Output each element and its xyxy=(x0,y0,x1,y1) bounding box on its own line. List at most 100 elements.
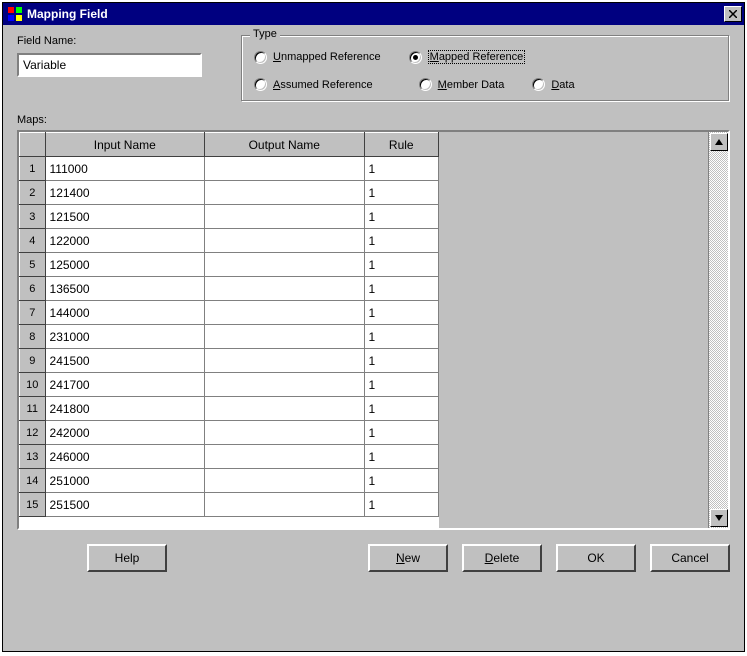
cell-output-name[interactable] xyxy=(205,301,365,325)
close-button[interactable] xyxy=(724,6,742,22)
radio-assumed-reference[interactable]: Assumed Reference xyxy=(254,78,373,91)
vertical-scrollbar[interactable] xyxy=(708,132,728,528)
table-row[interactable]: 15251500 1 xyxy=(20,493,439,517)
col-input-name[interactable]: Input Name xyxy=(45,133,205,157)
cell-output-name[interactable] xyxy=(205,373,365,397)
cell-output-name[interactable] xyxy=(205,205,365,229)
cell-output-name[interactable] xyxy=(205,469,365,493)
row-header[interactable]: 15 xyxy=(20,493,46,517)
table-row[interactable]: 6136500 1 xyxy=(20,277,439,301)
cell-input-name[interactable]: 251500 xyxy=(45,493,205,517)
cell-input-name[interactable]: 121400 xyxy=(45,181,205,205)
row-header[interactable]: 9 xyxy=(20,349,46,373)
col-output-name[interactable]: Output Name xyxy=(205,133,365,157)
cell-input-name[interactable]: 125000 xyxy=(45,253,205,277)
row-header[interactable]: 2 xyxy=(20,181,46,205)
table-row[interactable]: 7144000 1 xyxy=(20,301,439,325)
cell-input-name[interactable]: 122000 xyxy=(45,229,205,253)
table-row[interactable]: 11110001 xyxy=(20,157,439,181)
ok-button[interactable]: OK xyxy=(556,544,636,572)
scroll-up-button[interactable] xyxy=(710,133,728,151)
cell-rule[interactable]: 1 xyxy=(364,349,438,373)
help-button[interactable]: Help xyxy=(87,544,167,572)
cell-rule[interactable]: 1 xyxy=(364,253,438,277)
type-legend: Type xyxy=(250,28,280,40)
cell-input-name[interactable]: 121500 xyxy=(45,205,205,229)
cell-rule[interactable]: 1 xyxy=(364,445,438,469)
cell-input-name[interactable]: 231000 xyxy=(45,325,205,349)
cell-rule[interactable]: 1 xyxy=(364,397,438,421)
cell-input-name[interactable]: 246000 xyxy=(45,445,205,469)
table-row[interactable]: 14251000 1 xyxy=(20,469,439,493)
new-button[interactable]: New xyxy=(368,544,448,572)
col-rule[interactable]: Rule xyxy=(364,133,438,157)
cell-rule[interactable]: 1 xyxy=(364,205,438,229)
cell-rule[interactable]: 1 xyxy=(364,301,438,325)
cell-rule[interactable]: 1 xyxy=(364,181,438,205)
cell-rule[interactable]: 1 xyxy=(364,373,438,397)
close-icon xyxy=(729,10,737,18)
cell-output-name[interactable] xyxy=(205,277,365,301)
radio-mapped-reference[interactable]: Mapped Reference xyxy=(409,50,526,64)
table-row[interactable]: 8231000 1 xyxy=(20,325,439,349)
cell-input-name[interactable]: 241500 xyxy=(45,349,205,373)
row-header[interactable]: 4 xyxy=(20,229,46,253)
cell-rule[interactable]: 1 xyxy=(364,277,438,301)
field-name-input[interactable] xyxy=(17,53,202,77)
cell-input-name[interactable]: 242000 xyxy=(45,421,205,445)
cell-output-name[interactable] xyxy=(205,445,365,469)
cell-rule[interactable]: 1 xyxy=(364,325,438,349)
table-row[interactable]: 5125000 1 xyxy=(20,253,439,277)
row-header[interactable]: 8 xyxy=(20,325,46,349)
row-header[interactable]: 5 xyxy=(20,253,46,277)
cell-rule[interactable]: 1 xyxy=(364,229,438,253)
cell-rule[interactable]: 1 xyxy=(364,421,438,445)
cell-input-name[interactable]: 241800 xyxy=(45,397,205,421)
table-row[interactable]: 11241800 1 xyxy=(20,397,439,421)
row-header[interactable]: 1 xyxy=(20,157,46,181)
row-header[interactable]: 14 xyxy=(20,469,46,493)
cell-input-name[interactable]: 136500 xyxy=(45,277,205,301)
table-row[interactable]: 3121500 1 xyxy=(20,205,439,229)
row-header[interactable]: 3 xyxy=(20,205,46,229)
row-header[interactable]: 10 xyxy=(20,373,46,397)
cell-output-name[interactable] xyxy=(205,493,365,517)
table-row[interactable]: 10241700 1 xyxy=(20,373,439,397)
maps-label: Maps: xyxy=(17,114,730,126)
scroll-down-button[interactable] xyxy=(710,509,728,527)
cancel-button[interactable]: Cancel xyxy=(650,544,730,572)
radio-member-data[interactable]: Member Data xyxy=(419,78,505,91)
row-header[interactable]: 12 xyxy=(20,421,46,445)
row-header[interactable]: 7 xyxy=(20,301,46,325)
table-row[interactable]: 13246000 1 xyxy=(20,445,439,469)
cell-output-name[interactable] xyxy=(205,181,365,205)
table-row[interactable]: 12242000 1 xyxy=(20,421,439,445)
cell-output-name[interactable] xyxy=(205,421,365,445)
cell-input-name[interactable]: 144000 xyxy=(45,301,205,325)
cell-rule[interactable]: 1 xyxy=(364,493,438,517)
cell-rule[interactable]: 1 xyxy=(364,157,438,181)
radio-unmapped-reference[interactable]: Unmapped Reference xyxy=(254,51,381,64)
cell-input-name[interactable]: 251000 xyxy=(45,469,205,493)
app-icon xyxy=(7,6,23,22)
cell-output-name[interactable] xyxy=(205,253,365,277)
table-row[interactable]: 4122000 1 xyxy=(20,229,439,253)
cell-input-name[interactable]: 111000 xyxy=(45,157,205,181)
row-header[interactable]: 6 xyxy=(20,277,46,301)
titlebar: Mapping Field xyxy=(3,3,744,25)
row-header[interactable]: 13 xyxy=(20,445,46,469)
cell-output-name[interactable] xyxy=(205,157,365,181)
table-row[interactable]: 2121400 1 xyxy=(20,181,439,205)
cell-output-name[interactable] xyxy=(205,325,365,349)
maps-grid[interactable]: Input Name Output Name Rule 111100012121… xyxy=(17,130,730,530)
cell-output-name[interactable] xyxy=(205,397,365,421)
radio-data[interactable]: Data xyxy=(532,78,574,91)
cell-input-name[interactable]: 241700 xyxy=(45,373,205,397)
cell-rule[interactable]: 1 xyxy=(364,469,438,493)
chevron-up-icon xyxy=(715,138,723,146)
delete-button[interactable]: Delete xyxy=(462,544,542,572)
cell-output-name[interactable] xyxy=(205,229,365,253)
table-row[interactable]: 9241500 1 xyxy=(20,349,439,373)
row-header[interactable]: 11 xyxy=(20,397,46,421)
cell-output-name[interactable] xyxy=(205,349,365,373)
